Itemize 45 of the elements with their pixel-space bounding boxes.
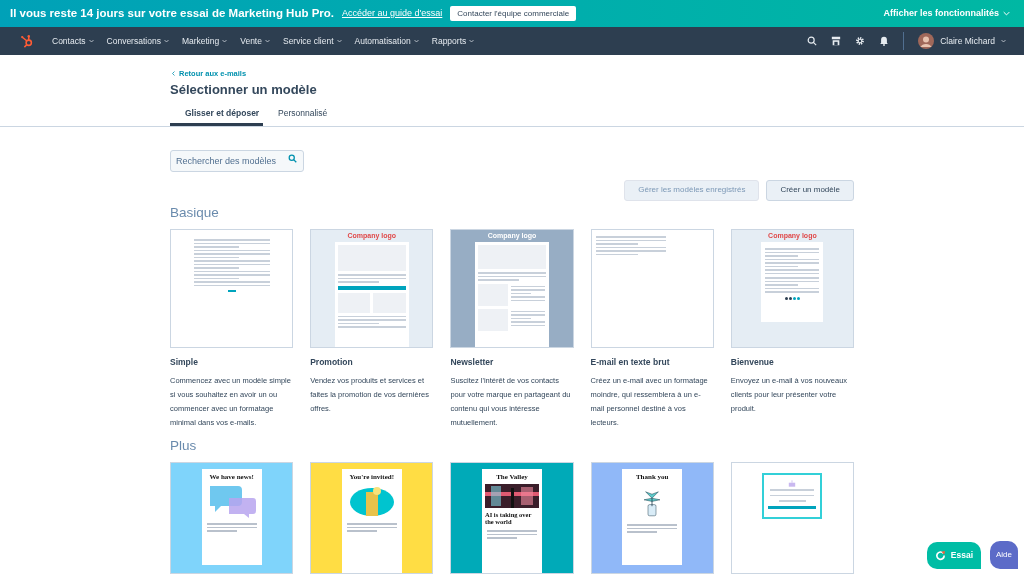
email-text-drawing [206,521,257,534]
section-heading: Plus [170,436,198,455]
search-icon[interactable] [807,36,818,46]
search-icon [288,153,297,163]
template-name: E-mail en texte brut [590,356,671,369]
section-heading: Basique [170,203,220,222]
nav-menu-item[interactable]: Vente [240,34,270,48]
template-name: Bienvenue [730,356,775,369]
contact-sales-button[interactable]: Contacter l'équipe commerciale [450,6,577,21]
email-text-drawing [346,521,397,534]
page-title: Sélectionner un modèle [170,81,318,100]
birthday-card-drawing [762,473,823,519]
user-menu[interactable]: Claire Michard [918,33,1006,49]
settings-icon[interactable] [855,36,866,46]
template-name: Promotion [310,356,354,369]
chevron-down-icon [1001,39,1006,43]
chevron-down-icon [413,39,419,43]
create-template-button[interactable]: Créer un modèle [766,179,854,201]
tab[interactable]: Personnalisé [263,103,343,126]
chevron-down-icon [222,39,228,43]
chevron-down-icon [264,39,270,43]
email-text-drawing [627,522,678,535]
trial-message: Il vous reste 14 jours sur votre essai de Marketing Hub Pro. [10,5,335,21]
store-icon[interactable] [831,36,842,46]
sprocket-logo-icon[interactable] [20,34,34,48]
nav-menu-item[interactable]: Rapports [431,34,475,48]
chevron-down-icon [469,39,475,43]
template-name: Simple [170,356,199,369]
chevron-down-icon [88,39,94,43]
search-field[interactable]: Rechercher des modèles [170,149,304,172]
nav-menu-item[interactable]: Service client [282,34,342,48]
progress-ring-icon [934,550,946,561]
email-text-drawing [487,528,537,541]
nav-menu-item[interactable]: Marketing [181,34,228,48]
nav-menu-item[interactable]: Contacts [52,34,94,48]
nav-menu-item[interactable]: Conversations [106,34,169,48]
help-button[interactable]: Aide [990,541,1018,569]
nav-menu-item[interactable]: Automatisation [354,34,419,48]
chevron-down-icon [336,39,342,43]
chevron-down-icon [163,39,169,43]
chevron-down-icon [1003,11,1010,16]
avatar-icon [918,33,935,49]
notification-bell-icon[interactable] [879,36,890,46]
chevron-left-icon [172,71,175,77]
template-name: Newsletter [450,356,495,369]
